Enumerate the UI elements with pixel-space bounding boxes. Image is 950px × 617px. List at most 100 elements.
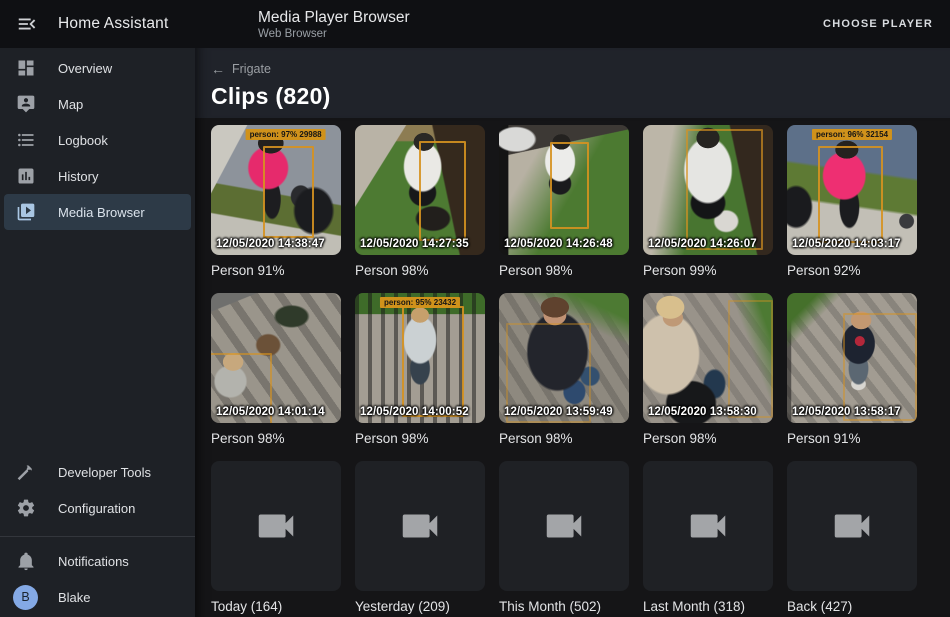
sidebar: Overview Map Logbook History Media Browser D… [0,48,195,617]
detection-bbox [419,141,466,241]
folder-thumbnail [355,461,485,591]
video-icon [685,503,731,549]
page-subtitle: Web Browser [258,27,410,41]
sidebar-item-notifications[interactable]: Notifications [4,543,191,579]
app-title: Home Assistant [58,15,168,33]
clip-caption: Person 98% [211,430,341,447]
sidebar-item-configuration[interactable]: Configuration [4,490,191,526]
sidebar-item-logbook[interactable]: Logbook [4,122,191,158]
sidebar-item-label: Map [58,97,83,112]
clip-thumbnail: 12/05/2020 14:26:48 [499,125,629,255]
video-icon [397,503,443,549]
clip-thumbnail: 12/05/2020 14:27:35 [355,125,485,255]
clip-caption: Person 98% [355,262,485,279]
detection-label: person: 97% 29988 [246,129,326,140]
sidebar-tool-items: Developer Tools Configuration [0,454,195,526]
clip-caption: Person 91% [787,430,917,447]
sidebar-item-label: Overview [58,61,112,76]
folder-item-last-month-318[interactable]: Last Month (318) [643,461,773,615]
clip-caption: Person 98% [499,430,629,447]
sidebar-item-label: Configuration [58,501,135,516]
breadcrumb-back[interactable]: ← Frigate [211,62,271,76]
user-name-label: Blake [58,590,91,605]
clip-caption: Person 99% [643,262,773,279]
clip-thumbnail: person: 96% 32154 12/05/2020 14:03:17 [787,125,917,255]
detection-bbox [818,146,883,244]
detection-label: person: 96% 32154 [812,129,892,140]
clip-item[interactable]: 12/05/2020 13:58:30 Person 98% [643,293,773,447]
clip-caption: Person 98% [499,262,629,279]
content-title: Clips (820) [211,83,934,110]
folder-thumbnail [499,461,629,591]
top-bar-main-section: Media Player Browser Web Browser CHOOSE … [195,0,950,48]
sidebar-item-developer-tools[interactable]: Developer Tools [4,454,191,490]
detection-bbox [263,146,314,238]
folder-item-back-427[interactable]: Back (427) [787,461,917,615]
clip-item[interactable]: 12/05/2020 14:26:48 Person 98% [499,125,629,279]
hammer-icon [16,462,36,482]
choose-player-button[interactable]: CHOOSE PLAYER [821,10,935,38]
folder-label: This Month (502) [499,598,629,615]
sidebar-item-map[interactable]: Map [4,86,191,122]
sidebar-toggle-button[interactable] [16,13,38,35]
clip-item[interactable]: 12/05/2020 14:26:07 Person 99% [643,125,773,279]
detection-bbox [402,306,465,417]
detection-bbox [550,142,589,229]
clip-timestamp: 12/05/2020 13:59:49 [504,406,613,418]
clip-item[interactable]: 12/05/2020 14:27:35 Person 98% [355,125,485,279]
clip-timestamp: 12/05/2020 14:26:48 [504,238,613,250]
sidebar-item-label: Media Browser [58,205,145,220]
bell-icon [16,551,36,571]
clip-caption: Person 92% [787,262,917,279]
history-chart-icon [16,166,36,186]
clip-thumbnail: person: 97% 29988 12/05/2020 14:38:47 [211,125,341,255]
app-body: Overview Map Logbook History Media Browser D… [0,48,950,617]
top-bar-sidebar-section: Home Assistant [0,0,195,48]
clip-timestamp: 12/05/2020 13:58:17 [792,406,901,418]
clip-item[interactable]: person: 97% 29988 12/05/2020 14:38:47 Pe… [211,125,341,279]
folder-label: Back (427) [787,598,917,615]
sidebar-item-label: Notifications [58,554,129,569]
gear-icon [16,498,36,518]
media-browser-content: ← Frigate Clips (820) person: 97% 29988 … [195,48,950,617]
clip-thumbnail: 12/05/2020 13:58:17 [787,293,917,423]
media-grid-wrap: person: 97% 29988 12/05/2020 14:38:47 Pe… [195,118,950,617]
breadcrumb-label: Frigate [232,62,271,76]
clip-timestamp: 12/05/2020 13:58:30 [648,406,757,418]
view-dashboard-icon [16,58,36,78]
detection-bbox [728,300,774,418]
clip-timestamp: 12/05/2020 14:26:07 [648,238,757,250]
clip-timestamp: 12/05/2020 14:01:14 [216,406,325,418]
clip-caption: Person 98% [643,430,773,447]
top-app-bar: Home Assistant Media Player Browser Web … [0,0,950,48]
folder-thumbnail [643,461,773,591]
clip-thumbnail: person: 95% 23432 12/05/2020 14:00:52 [355,293,485,423]
clip-thumbnail: 12/05/2020 14:26:07 [643,125,773,255]
sidebar-item-overview[interactable]: Overview [4,50,191,86]
folder-thumbnail [787,461,917,591]
sidebar-item-history[interactable]: History [4,158,191,194]
clip-item[interactable]: 12/05/2020 14:01:14 Person 98% [211,293,341,447]
clip-item[interactable]: person: 96% 32154 12/05/2020 14:03:17 Pe… [787,125,917,279]
header-titles: Media Player Browser Web Browser [258,8,410,41]
media-browser-icon [16,202,36,222]
clip-item[interactable]: 12/05/2020 13:59:49 Person 98% [499,293,629,447]
media-grid: person: 97% 29988 12/05/2020 14:38:47 Pe… [211,125,934,615]
folder-item-yesterday-209[interactable]: Yesterday (209) [355,461,485,615]
folder-thumbnail [211,461,341,591]
page-title: Media Player Browser [258,8,410,27]
clip-thumbnail: 12/05/2020 14:01:14 [211,293,341,423]
folder-label: Last Month (318) [643,598,773,615]
detection-bbox [686,129,763,250]
sidebar-item-media-browser[interactable]: Media Browser [4,194,191,230]
sidebar-item-user[interactable]: B Blake [4,579,191,615]
folder-item-today-164[interactable]: Today (164) [211,461,341,615]
clip-item[interactable]: person: 95% 23432 12/05/2020 14:00:52 Pe… [355,293,485,447]
content-header: ← Frigate Clips (820) [195,48,950,118]
folder-label: Yesterday (209) [355,598,485,615]
home-assistant-app: Home Assistant Media Player Browser Web … [0,0,950,617]
sidebar-item-label: Logbook [58,133,108,148]
folder-item-this-month-502[interactable]: This Month (502) [499,461,629,615]
clip-caption: Person 98% [355,430,485,447]
clip-item[interactable]: 12/05/2020 13:58:17 Person 91% [787,293,917,447]
